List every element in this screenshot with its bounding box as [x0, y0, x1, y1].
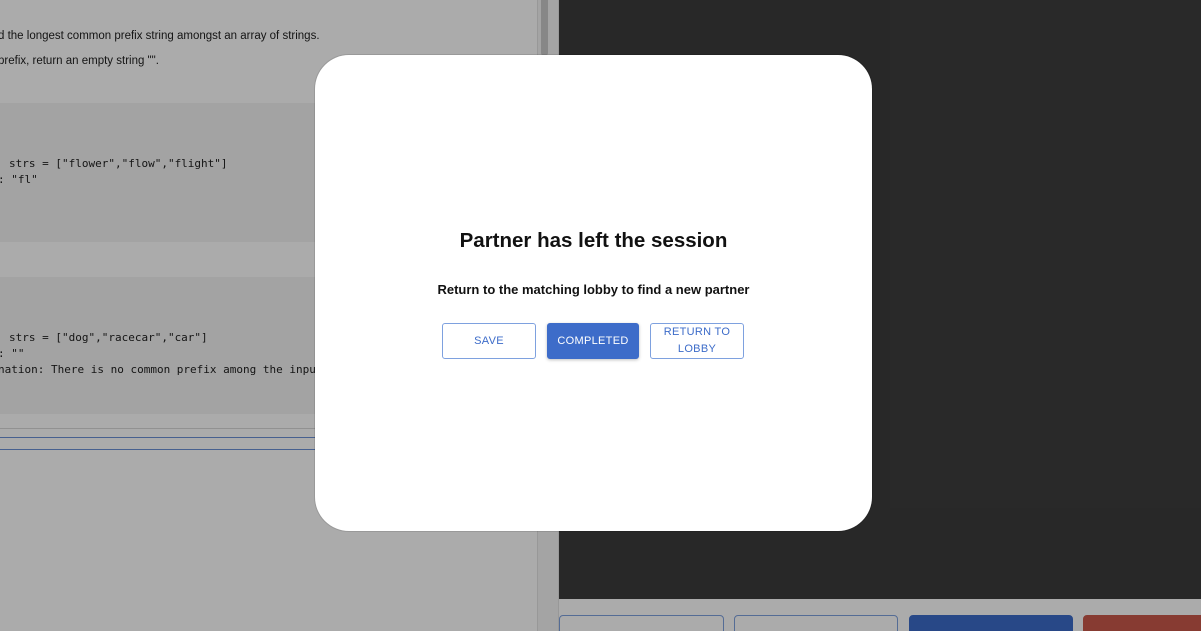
- dialog-title: Partner has left the session: [459, 229, 728, 252]
- dialog-subtitle: Return to the matching lobby to find a n…: [437, 282, 750, 297]
- return-to-lobby-button[interactable]: Return to Lobby: [650, 323, 744, 359]
- partner-left-dialog: Partner has left the session Return to t…: [315, 55, 872, 531]
- save-button[interactable]: Save: [442, 323, 536, 359]
- completed-button[interactable]: Completed: [547, 323, 639, 359]
- app-root: d the longest common prefix string among…: [0, 0, 1201, 631]
